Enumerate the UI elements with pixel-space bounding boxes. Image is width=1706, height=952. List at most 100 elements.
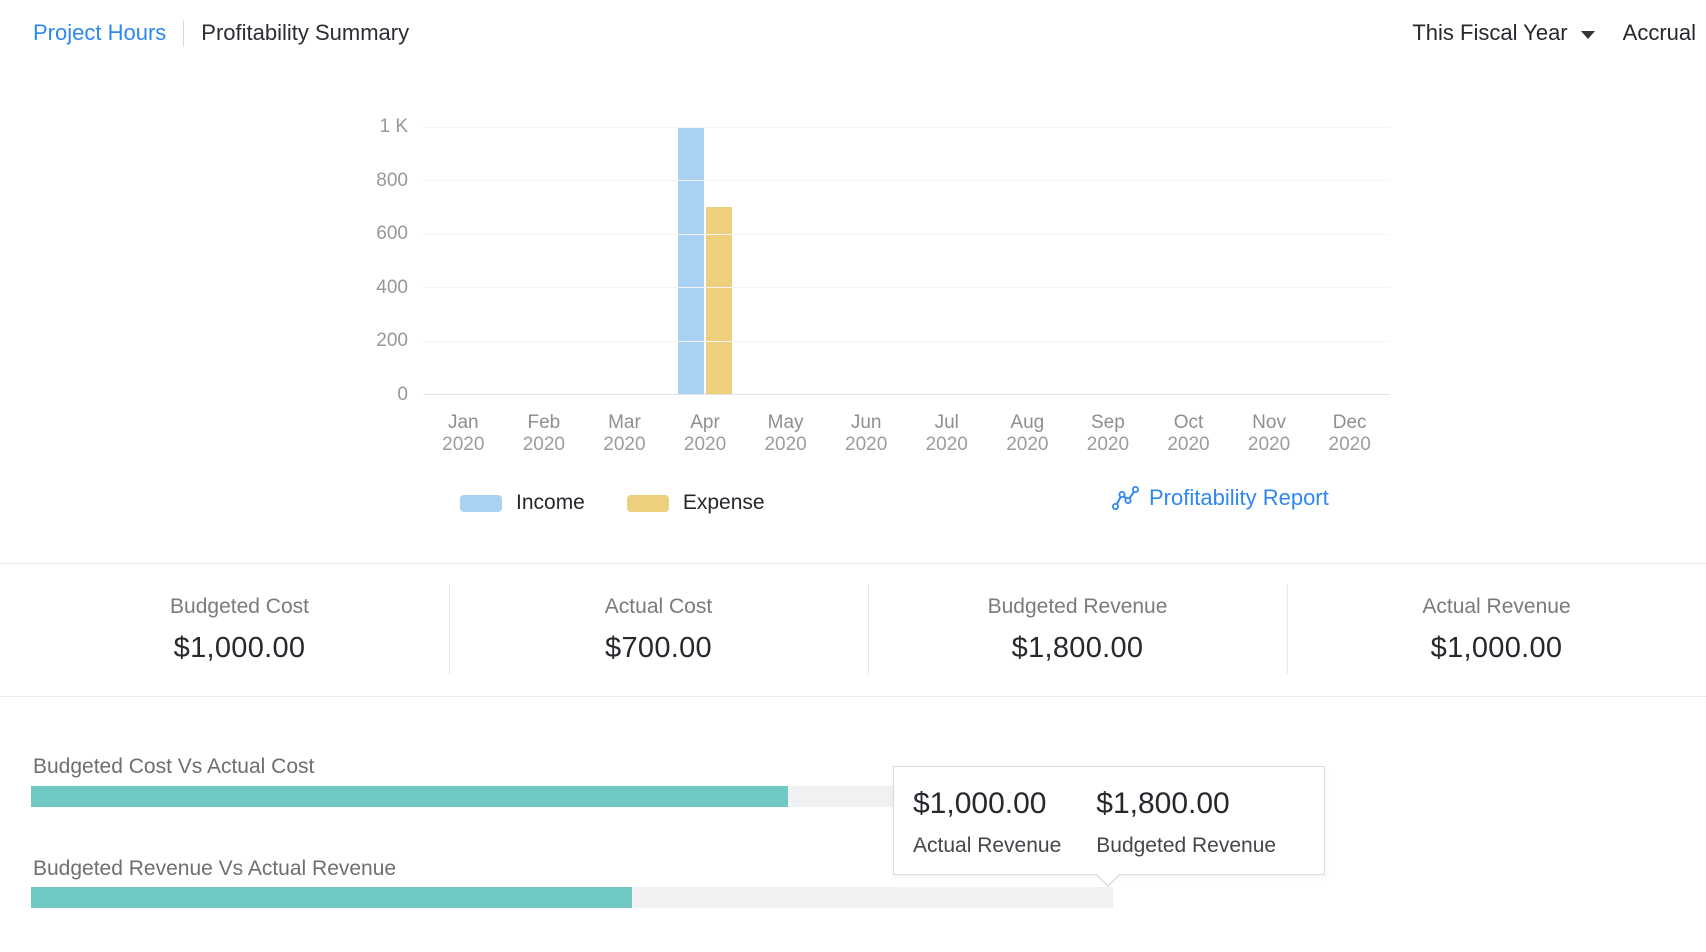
x-axis-label-jan: Jan2020 (423, 396, 504, 455)
month-year: 2020 (826, 434, 907, 455)
bar-slot-jun (826, 127, 907, 394)
bar-slot-sep (1068, 127, 1149, 394)
budgeted-vs-actual-revenue-label: Budgeted Revenue Vs Actual Revenue (33, 857, 396, 881)
bar-slot-may (745, 127, 826, 394)
expense-bar[interactable] (706, 207, 732, 394)
budgeted-vs-actual-revenue-bar[interactable] (31, 887, 1113, 908)
month-year: 2020 (665, 434, 746, 455)
month-name: Jan (423, 411, 504, 434)
tooltip-label: Actual Revenue (913, 834, 1061, 858)
income-bar[interactable] (678, 127, 704, 394)
gridline (423, 234, 1390, 235)
month-name: Feb (504, 411, 585, 434)
month-name: Jun (826, 411, 907, 434)
stat-value: $1,800.00 (1012, 632, 1144, 665)
stat-budgeted-cost: Budgeted Cost $1,000.00 (30, 564, 449, 696)
y-axis-tick-label: 0 (397, 384, 408, 406)
bar-slot-nov (1229, 127, 1310, 394)
stat-label: Budgeted Revenue (988, 595, 1168, 619)
bar-slot-jan (423, 127, 504, 394)
breadcrumb: Project Hours Profitability Summary (33, 20, 409, 47)
chart-y-axis: 1 K8006004002000 (330, 127, 408, 395)
profitability-report-label: Profitability Report (1149, 485, 1329, 511)
x-axis-label-aug: Aug2020 (987, 396, 1068, 455)
period-filter-dropdown[interactable]: This Fiscal Year (1412, 20, 1594, 46)
legend-item-expense[interactable]: Expense (627, 491, 765, 515)
tooltip-value: $1,800.00 (1096, 787, 1276, 821)
stats-row: Budgeted Cost $1,000.00 Actual Cost $700… (0, 563, 1706, 697)
basis-filter[interactable]: Accrual (1623, 20, 1696, 46)
chevron-down-icon (1581, 31, 1595, 39)
top-bar: Project Hours Profitability Summary This… (0, 0, 1706, 66)
chart-legend: Income Expense (460, 491, 765, 515)
x-axis-label-mar: Mar2020 (584, 396, 665, 455)
tooltip-label: Budgeted Revenue (1096, 834, 1276, 858)
month-year: 2020 (1309, 434, 1390, 455)
legend-item-income[interactable]: Income (460, 491, 585, 515)
stat-label: Budgeted Cost (170, 595, 309, 619)
chart-bars (423, 127, 1390, 394)
cost-progress-fill (31, 786, 788, 807)
month-year: 2020 (1068, 434, 1149, 455)
bar-slot-mar (584, 127, 665, 394)
month-name: Apr (665, 411, 746, 434)
month-year: 2020 (1148, 434, 1229, 455)
y-axis-tick-label: 600 (376, 223, 408, 245)
bar-slot-feb (504, 127, 585, 394)
y-axis-tick-label: 400 (376, 277, 408, 299)
top-filters: This Fiscal Year Accrual (1412, 20, 1696, 46)
legend-label: Income (516, 491, 585, 515)
month-name: Dec (1309, 411, 1390, 434)
stat-value: $700.00 (605, 632, 712, 665)
gridline (423, 127, 1390, 128)
chart-plot (423, 127, 1390, 395)
x-axis-label-jul: Jul2020 (906, 396, 987, 455)
month-name: Sep (1068, 411, 1149, 434)
profitability-report-link[interactable]: Profitability Report (1112, 485, 1329, 511)
x-axis-label-dec: Dec2020 (1309, 396, 1390, 455)
bar-slot-dec (1309, 127, 1390, 394)
y-axis-tick-label: 1 K (379, 116, 408, 138)
expense-swatch (627, 495, 669, 512)
x-axis-label-apr: Apr2020 (665, 396, 746, 455)
gridline (423, 287, 1390, 288)
stat-label: Actual Cost (605, 595, 712, 619)
month-name: May (745, 411, 826, 434)
breadcrumb-link-project-hours[interactable]: Project Hours (33, 20, 166, 46)
tooltip-actual-revenue: $1,000.00 Actual Revenue (913, 787, 1061, 874)
stat-budgeted-revenue: Budgeted Revenue $1,800.00 (868, 564, 1287, 696)
bar-slot-aug (987, 127, 1068, 394)
stat-actual-cost: Actual Cost $700.00 (449, 564, 868, 696)
tooltip-value: $1,000.00 (913, 787, 1061, 821)
gridline (423, 341, 1390, 342)
y-axis-tick-label: 800 (376, 170, 408, 192)
legend-label: Expense (683, 491, 765, 515)
x-axis-label-sep: Sep2020 (1068, 396, 1149, 455)
stat-value: $1,000.00 (174, 632, 306, 665)
stat-value: $1,000.00 (1431, 632, 1563, 665)
tooltip-budgeted-revenue: $1,800.00 Budgeted Revenue (1096, 787, 1276, 874)
month-year: 2020 (906, 434, 987, 455)
revenue-progress-fill (31, 887, 632, 908)
month-name: Jul (906, 411, 987, 434)
bar-slot-oct (1148, 127, 1229, 394)
month-name: Aug (987, 411, 1068, 434)
gridline (423, 180, 1390, 181)
pulse-chart-icon (1112, 486, 1139, 511)
period-filter-label: This Fiscal Year (1412, 20, 1567, 46)
breadcrumb-divider (183, 20, 184, 47)
month-year: 2020 (504, 434, 585, 455)
profitability-summary-page: Project Hours Profitability Summary This… (0, 0, 1706, 952)
budgeted-vs-actual-cost-label: Budgeted Cost Vs Actual Cost (33, 755, 314, 779)
x-axis-label-may: May2020 (745, 396, 826, 455)
y-axis-tick-label: 200 (376, 330, 408, 352)
bar-slot-jul (906, 127, 987, 394)
month-year: 2020 (584, 434, 665, 455)
month-name: Oct (1148, 411, 1229, 434)
month-name: Mar (584, 411, 665, 434)
month-year: 2020 (1229, 434, 1310, 455)
month-year: 2020 (423, 434, 504, 455)
x-axis-label-jun: Jun2020 (826, 396, 907, 455)
bar-slot-apr (665, 127, 746, 394)
income-swatch (460, 495, 502, 512)
